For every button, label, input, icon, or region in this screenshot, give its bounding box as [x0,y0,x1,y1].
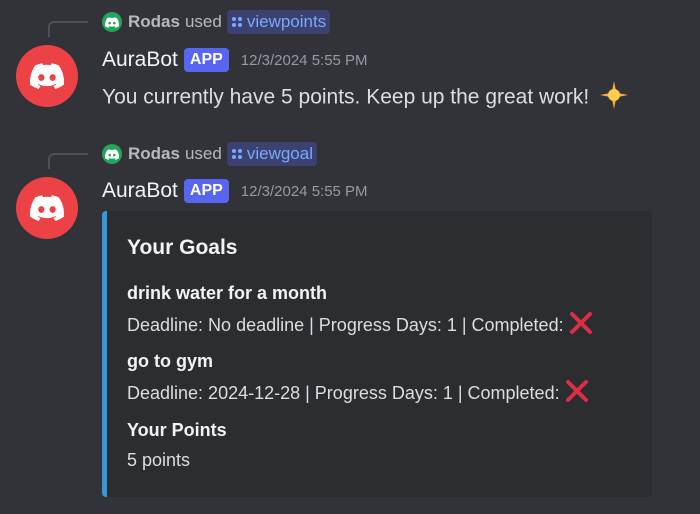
reply-connector [48,21,88,37]
cross-mark-icon [568,310,594,341]
command-icon [231,149,242,159]
rodas-avatar[interactable] [102,12,122,32]
app-tag: APP [183,179,229,203]
command-name: viewpoints [246,12,327,31]
rodas-avatar[interactable] [102,144,122,164]
command-name: viewgoal [246,144,313,163]
author-name[interactable]: AuraBot [102,48,178,72]
aurabot-avatar[interactable] [16,177,78,239]
discord-logo-icon [105,16,119,28]
goal-details-text: Deadline: 2024-12-28 | Progress Days: 1 … [127,383,560,403]
timestamp[interactable]: 12/3/2024 5:55 PM [241,183,368,200]
reply-verb: used [184,12,222,31]
points-field-value: 5 points [127,450,190,471]
reply-connector [48,153,88,169]
goal-details: Deadline: 2024-12-28 | Progress Days: 1 … [127,378,590,409]
message-text: You currently have 5 points. Keep up the… [102,85,590,109]
embed-title: Your Goals [127,236,238,259]
app-tag: APP [183,48,229,72]
message-content: You currently have 5 points. Keep up the… [102,80,629,116]
aurabot-avatar[interactable] [16,45,78,107]
discord-logo-icon [105,148,119,160]
points-field-name: Your Points [127,420,227,440]
cross-mark-icon [564,378,590,409]
reply-verb: used [184,144,222,163]
command-icon [231,17,242,27]
goal-details: Deadline: No deadline | Progress Days: 1… [127,310,594,341]
goal-details-text: Deadline: No deadline | Progress Days: 1… [127,315,564,335]
message-header: AuraBot APP 12/3/2024 5:55 PM [102,48,368,72]
reply-username[interactable]: Rodas [128,144,180,164]
points-value-text: 5 points [127,450,191,470]
message-header: AuraBot APP 12/3/2024 5:55 PM [102,179,368,203]
discord-logo-icon [30,63,64,89]
reply-username[interactable]: Rodas [128,12,180,32]
discord-logo-icon [30,195,64,221]
slash-command-viewgoal[interactable]: viewgoal [226,142,317,166]
reply-context[interactable]: Rodas used viewpoints [102,10,331,34]
glowing-star-icon [599,80,629,116]
goal-name: go to gym [127,351,213,371]
reply-context[interactable]: Rodas used viewgoal [102,142,317,166]
slash-command-viewpoints[interactable]: viewpoints [226,10,331,34]
goal-name: drink water for a month [127,283,328,303]
author-name[interactable]: AuraBot [102,179,178,203]
goals-embed: Your Goals drink water for a month Deadl… [102,211,652,497]
timestamp[interactable]: 12/3/2024 5:55 PM [241,52,368,69]
